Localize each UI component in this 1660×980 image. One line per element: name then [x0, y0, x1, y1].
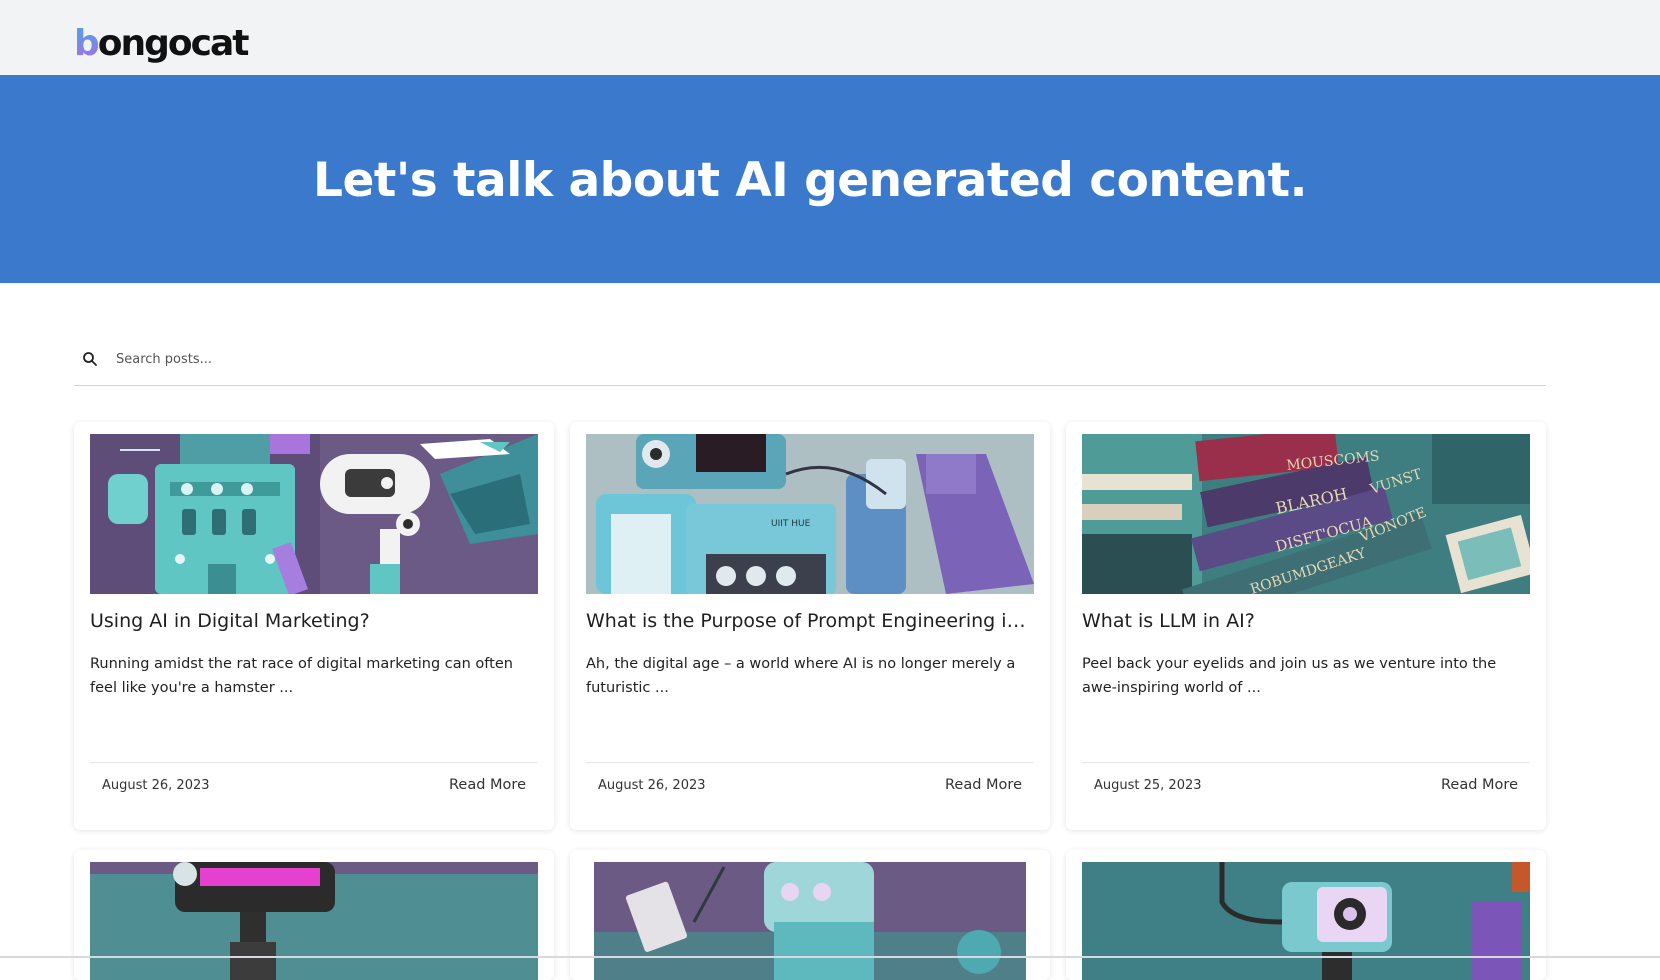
hero-title: Let's talk about AI generated content. — [313, 153, 1307, 208]
post-title[interactable]: Using AI in Digital Marketing? — [90, 610, 538, 632]
post-excerpt: Running amidst the rat race of digital m… — [90, 656, 513, 696]
read-more-link[interactable]: Read More — [945, 777, 1022, 793]
post-thumbnail[interactable] — [1082, 862, 1530, 980]
post-date: August 26, 2023 — [598, 778, 706, 793]
post-card[interactable] — [1066, 850, 1546, 980]
post-thumbnail[interactable] — [594, 862, 1026, 980]
post-excerpt: Ah, the digital age – a world where AI i… — [586, 656, 1016, 696]
hero-banner: Let's talk about AI generated content. — [0, 75, 1660, 283]
search-input[interactable] — [116, 346, 716, 372]
search-icon — [83, 352, 97, 366]
page-divider — [0, 956, 1660, 958]
image-label-text: UIIT HUE — [771, 519, 811, 529]
card-divider — [1082, 762, 1530, 763]
read-more-link[interactable]: Read More — [449, 777, 526, 793]
site-logo[interactable]: bongocat — [74, 18, 249, 64]
card-divider — [90, 762, 538, 763]
top-nav-bar: bongocat — [0, 0, 1660, 75]
post-card[interactable] — [570, 850, 1050, 980]
search-bar — [74, 340, 1546, 386]
post-date: August 26, 2023 — [102, 778, 210, 793]
post-title[interactable]: What is the Purpose of Prompt Engineerin… — [586, 610, 1034, 632]
post-card[interactable]: UIIT HUE What is the Purpose of Prompt E… — [570, 422, 1050, 830]
post-title[interactable]: What is LLM in AI? — [1082, 610, 1530, 632]
post-excerpt: Peel back your eyelids and join us as we… — [1082, 656, 1497, 696]
card-divider — [586, 762, 1034, 763]
post-date: August 25, 2023 — [1094, 778, 1202, 793]
post-thumbnail[interactable] — [90, 434, 538, 594]
post-card[interactable] — [74, 850, 554, 980]
read-more-link[interactable]: Read More — [1441, 777, 1518, 793]
post-thumbnail[interactable] — [90, 862, 538, 980]
post-thumbnail[interactable]: MOUSCOMS BLAROH VUNST DISFT'OCUA VIONOTE… — [1082, 434, 1530, 594]
post-thumbnail[interactable]: UIIT HUE — [586, 434, 1034, 594]
post-card[interactable]: Using AI in Digital Marketing? Running a… — [74, 422, 554, 830]
post-card[interactable]: MOUSCOMS BLAROH VUNST DISFT'OCUA VIONOTE… — [1066, 422, 1546, 830]
logo-wordmark: bongocat — [74, 23, 249, 64]
